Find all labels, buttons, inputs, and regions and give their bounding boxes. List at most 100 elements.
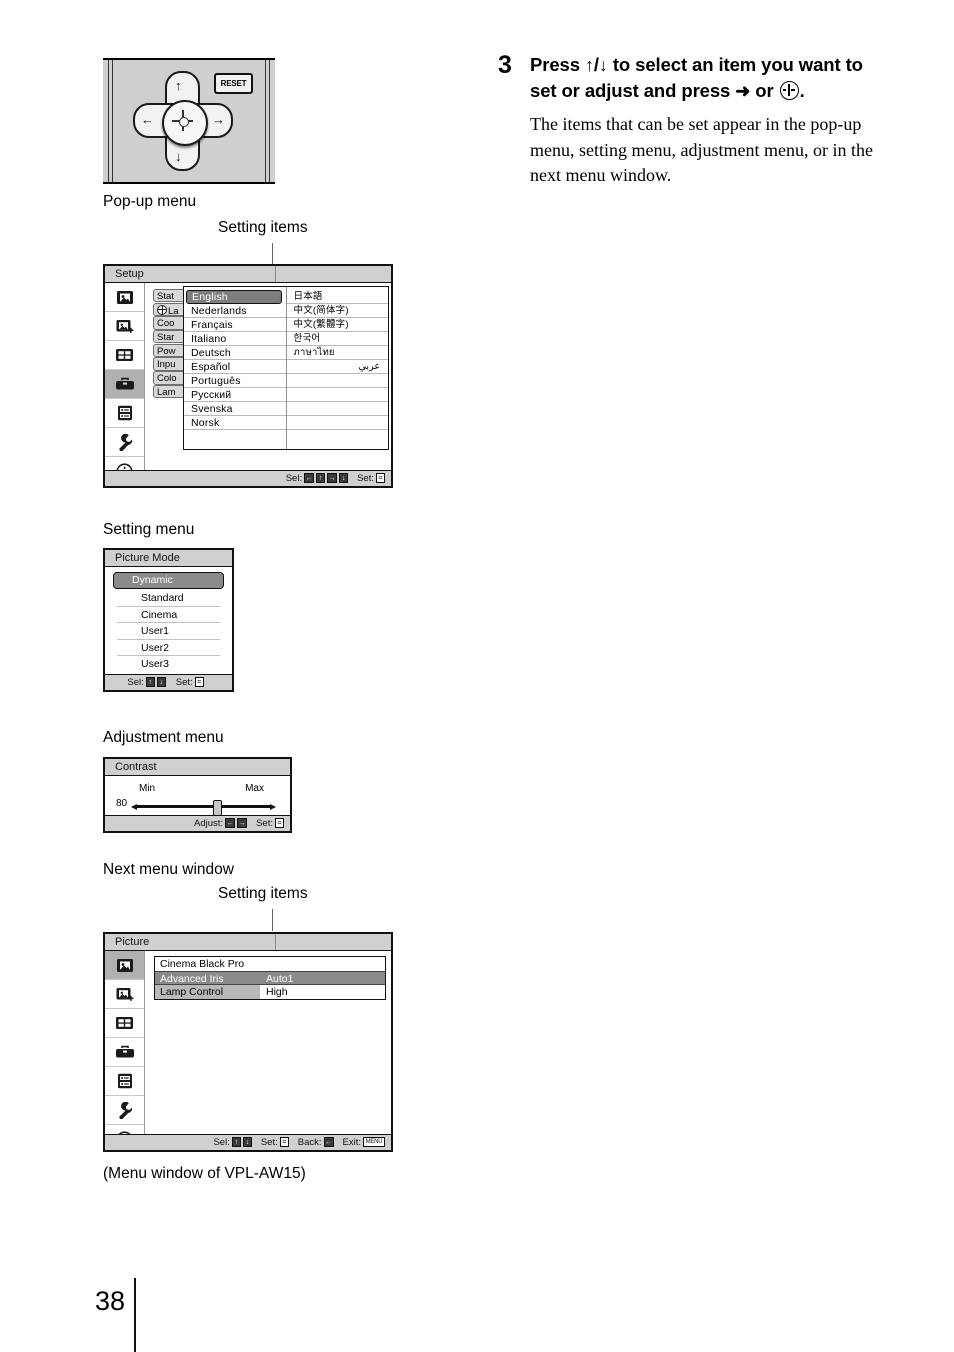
- picture-icon: [116, 290, 133, 304]
- picture-row-lamp-control[interactable]: Lamp Control High: [155, 985, 385, 999]
- next-menu-title-bar: Picture: [105, 934, 391, 951]
- language-item-chinese-traditional[interactable]: 中文(繁體字): [286, 318, 388, 332]
- language-item-arabic[interactable]: عربي: [286, 360, 388, 374]
- language-item-russian[interactable]: Русский: [184, 388, 286, 402]
- language-item-portugues[interactable]: Português: [184, 374, 286, 388]
- next-menu-footer: Sel: ↑ ↓ Set: ⌗ Back: ← Exit: MENU: [105, 1134, 391, 1150]
- arrow-down-icon[interactable]: ↓: [175, 150, 182, 163]
- language-item-empty: [286, 374, 388, 388]
- language-popup-panel: English Nederlands Français Italiano Deu…: [183, 286, 389, 450]
- slider-min-label: Min: [139, 783, 156, 794]
- picture-mode-user1[interactable]: User1: [117, 623, 220, 640]
- rail-item-picture[interactable]: [105, 951, 144, 980]
- key-enter-icon: ⌗: [376, 473, 385, 483]
- language-item-chinese-simplified[interactable]: 中文(简体字): [286, 304, 388, 318]
- arrow-up-icon[interactable]: ↑: [175, 79, 182, 92]
- setup-row-label: Coo: [157, 318, 175, 330]
- footer-back-group: Back: ←: [298, 1137, 334, 1148]
- function-list-icon: [117, 405, 132, 421]
- reset-button[interactable]: RESET: [214, 73, 253, 94]
- row-value: High: [266, 986, 288, 998]
- rail-item-screen[interactable]: [105, 341, 144, 370]
- rail-item-function[interactable]: [105, 399, 144, 428]
- language-item-english[interactable]: English: [186, 290, 282, 304]
- rail-item-function[interactable]: [105, 1067, 144, 1096]
- step-title-period: .: [799, 80, 805, 101]
- popup-menu-title-bar: Setup: [105, 266, 391, 283]
- contrast-slider-area: Min Max 80: [105, 776, 290, 817]
- language-item-empty: [286, 416, 388, 430]
- key-left-icon: ←: [304, 473, 315, 483]
- language-item-japanese[interactable]: 日本語: [286, 290, 388, 304]
- key-enter-icon: ⌗: [275, 818, 284, 828]
- footer-select-group: Sel: ↑ ↓: [213, 1137, 252, 1148]
- picture-mode-cinema[interactable]: Cinema: [117, 607, 220, 623]
- footer-set-label: Set:: [260, 1137, 278, 1148]
- rail-item-picture[interactable]: [105, 283, 144, 312]
- language-item-korean[interactable]: 한국어: [286, 332, 388, 346]
- rail-item-screen[interactable]: [105, 1009, 144, 1038]
- footer-sel-label: Sel:: [213, 1137, 230, 1148]
- language-item-italiano[interactable]: Italiano: [184, 332, 286, 346]
- language-item-svenska[interactable]: Svenska: [184, 402, 286, 416]
- globe-icon: [157, 304, 167, 315]
- key-left-icon: ←: [225, 818, 236, 828]
- key-down-icon: ↓: [242, 1137, 252, 1147]
- picture-row-advanced-iris[interactable]: Advanced Iris Auto1: [155, 971, 385, 985]
- key-enter-icon: ⌗: [194, 677, 204, 687]
- title-divider: [275, 266, 276, 282]
- rail-item-picture-plus[interactable]: [105, 980, 144, 1009]
- popup-menu-footer: Sel: ← ↑ → ↓ Set: ⌗: [105, 470, 391, 486]
- footer-set-group: Set: ⌗: [256, 818, 284, 829]
- picture-icon: [116, 958, 133, 972]
- arrow-up-icon: ↑: [584, 55, 594, 75]
- next-menu-title: Picture: [115, 936, 150, 948]
- arrow-right-icon: ➜: [735, 81, 751, 101]
- step-number: 3: [498, 51, 512, 79]
- setting-menu-title: Picture Mode: [115, 552, 180, 564]
- picture-plus-icon: [116, 319, 133, 333]
- contrast-value: 80: [116, 798, 128, 809]
- row-label: Advanced Iris: [160, 973, 224, 985]
- arrow-left-icon[interactable]: ←: [141, 113, 154, 126]
- language-item-norsk[interactable]: Norsk: [184, 416, 286, 430]
- enter-button[interactable]: [162, 100, 208, 146]
- caption-setting-menu: Setting menu: [103, 521, 195, 538]
- osd-icon-rail: [105, 283, 145, 480]
- setup-row-label: Pow: [157, 345, 176, 357]
- adjustment-menu-title-bar: Contrast: [105, 759, 290, 776]
- rail-item-setup[interactable]: [105, 370, 144, 399]
- setting-menu-title-bar: Picture Mode: [105, 550, 232, 567]
- picture-mode-user3[interactable]: User3: [117, 656, 220, 673]
- remote-control-illustration: ↑ ↓ ← → RESET: [103, 58, 275, 184]
- picture-mode-user2[interactable]: User2: [117, 640, 220, 656]
- setting-menu-footer: Sel: ↑ ↓ Set: ⌗: [105, 674, 232, 690]
- picture-mode-standard[interactable]: Standard: [117, 590, 220, 607]
- language-item-thai[interactable]: ภาษาไทย: [286, 346, 388, 360]
- language-item-deutsch[interactable]: Deutsch: [184, 346, 286, 360]
- picture-mode-dynamic[interactable]: Dynamic: [113, 572, 224, 589]
- key-enter-icon: ⌗: [279, 1137, 289, 1147]
- key-down-icon: ↓: [339, 473, 349, 483]
- picture-plus-icon: [116, 987, 133, 1001]
- remote-edge-left-inner: [112, 60, 113, 182]
- contrast-slider-track[interactable]: [131, 803, 276, 810]
- rail-item-installation[interactable]: [105, 1096, 144, 1125]
- key-right-icon: →: [327, 473, 338, 483]
- popup-menu-window: Setup Stat La Coo Star Pow Inpu Colo Lam…: [103, 264, 393, 488]
- rail-item-setup[interactable]: [105, 1038, 144, 1067]
- key-menu-icon: MENU: [363, 1137, 385, 1147]
- rail-item-picture-plus[interactable]: [105, 312, 144, 341]
- language-item-nederlands[interactable]: Nederlands: [184, 304, 286, 318]
- language-item-espanol[interactable]: Español: [184, 360, 286, 374]
- screen-icon: [116, 1017, 133, 1029]
- rail-item-installation[interactable]: [105, 428, 144, 457]
- footer-select-group: Sel: ← ↑ → ↓: [286, 473, 349, 484]
- contrast-slider-thumb[interactable]: [213, 799, 222, 816]
- footer-exit-label: Exit:: [342, 1137, 361, 1148]
- language-item-francais[interactable]: Français: [184, 318, 286, 332]
- toolbox-icon: [115, 377, 134, 389]
- arrow-right-icon[interactable]: →: [212, 113, 225, 126]
- enter-center-dot: [179, 117, 189, 127]
- popup-menu-title: Setup: [115, 268, 144, 280]
